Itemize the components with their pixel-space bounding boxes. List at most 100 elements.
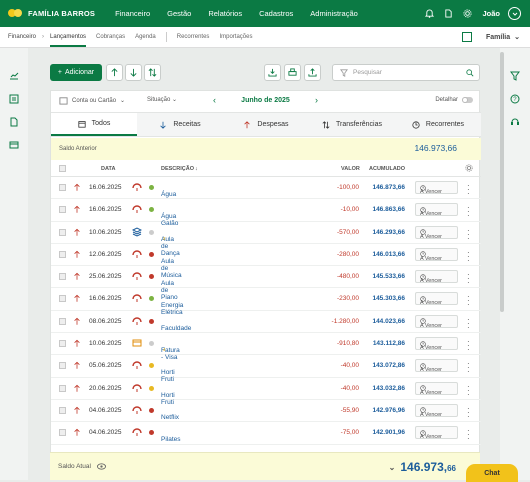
row-checkbox[interactable] [59,340,66,348]
status-badge[interactable]: A Vencer [415,359,458,373]
more-options-icon[interactable]: · · · [467,248,470,264]
situation-filter[interactable]: Situação ⌄ [147,96,177,103]
table-row[interactable]: 05.06.2025 Horti Fruti -40,00 143.072,86 A V… [51,355,481,383]
search-input[interactable]: Pesquisar [332,64,480,81]
help-icon[interactable]: ? [510,91,520,104]
row-checkbox[interactable] [59,295,66,303]
more-options-icon[interactable]: · · · [467,226,470,242]
search-icon[interactable] [466,69,474,77]
tab-receitas[interactable]: Receitas [137,113,223,136]
status-badge[interactable]: A Vencer [415,426,458,440]
status-badge[interactable]: A Vencer [415,270,458,284]
toggle-switch[interactable] [462,97,473,103]
more-options-icon[interactable]: · · · [467,182,470,198]
tab-cobrancas[interactable]: Cobranças [96,34,125,40]
nav-cadastros[interactable]: Cadastros [259,9,293,18]
tab-transferencias[interactable]: Transferências [309,113,395,136]
table-row[interactable]: 16.06.2025 Energia Elétrica -230,00 145.303… [51,288,481,316]
row-checkbox[interactable] [59,184,66,191]
select-all-checkbox[interactable] [59,165,66,172]
family-selector[interactable]: Família ⌄ [486,33,520,42]
sort-up-button[interactable] [106,64,123,81]
more-options-icon[interactable]: · · · [467,315,470,331]
nav-administracao[interactable]: Administração [310,9,358,18]
column-acumulado[interactable]: ACUMULADO [369,166,405,172]
more-options-icon[interactable]: · · · [467,293,470,309]
sort-down-button[interactable] [125,64,142,81]
table-row[interactable]: 08.06.2025 Faculdade -1.280,00 144.023,66 A … [51,311,481,334]
upload-button[interactable] [304,64,321,81]
row-checkbox[interactable] [59,406,66,414]
document-icon[interactable] [444,9,453,18]
table-row[interactable]: 16.06.2025 Água -100,00 146.873,66 A Vencer ·… [51,177,481,200]
row-checkbox[interactable] [59,429,66,437]
column-descricao[interactable]: DESCRIÇÃO [161,166,194,172]
sort-both-button[interactable] [144,64,161,81]
row-checkbox[interactable] [59,362,66,370]
status-badge[interactable]: A Vencer [415,292,458,306]
account-filter[interactable]: Conta ou Cartão ⌄ [59,96,125,105]
support-icon[interactable] [510,114,520,125]
more-options-icon[interactable]: · · · [467,404,470,420]
more-options-icon[interactable]: · · · [467,382,470,398]
gear-icon[interactable] [463,9,472,18]
more-options-icon[interactable]: · · · [467,271,470,287]
row-checkbox[interactable] [59,206,66,214]
status-badge[interactable]: A Vencer [415,337,458,351]
table-row[interactable]: 04.06.2025 Netflix -55,90 142.976,96 A Vence… [51,400,481,423]
nav-gestao[interactable]: Gestão [167,9,191,18]
row-checkbox[interactable] [59,317,66,325]
table-row[interactable]: 16.06.2025 Água Galão -10,00 146.863,66 A Ve… [51,199,481,227]
column-data[interactable]: DATA [101,166,115,172]
tab-despesas[interactable]: Despesas [223,113,309,136]
table-row[interactable]: 12.06.2025 Aula de Música -280,00 146.013,6… [51,244,481,279]
sidebar-transfer-icon[interactable] [9,91,19,104]
avatar[interactable] [508,7,521,20]
column-valor[interactable]: VALOR [341,166,360,172]
more-options-icon[interactable]: · · · [467,204,470,220]
nav-financeiro[interactable]: Financeiro [115,9,150,18]
nav-relatorios[interactable]: Relatórios [208,9,242,18]
table-row[interactable]: 25.06.2025 Aula de Piano -480,00 145.533,66… [51,266,481,301]
scrollbar[interactable] [500,52,504,312]
status-badge[interactable]: A Vencer [415,225,458,240]
table-row[interactable]: 10.06.2025 Fatura - Visa 4 -910,80 143.112,8… [51,333,481,361]
row-checkbox[interactable] [59,250,66,258]
status-badge[interactable]: A Vencer [415,181,458,195]
status-badge[interactable]: A Vencer [415,381,458,396]
print-button[interactable] [284,64,301,81]
status-badge[interactable]: A Vencer [415,314,458,329]
next-month-icon[interactable]: › [315,95,318,105]
row-checkbox[interactable] [59,384,66,392]
column-settings-icon[interactable] [465,164,473,174]
table-row[interactable]: 04.06.2025 Pilates -75,00 142.901,96 A Vence… [51,422,481,445]
tab-todos[interactable]: Todos [51,113,137,136]
eye-icon[interactable] [96,463,106,470]
chat-button[interactable]: Chat [466,464,518,482]
more-options-icon[interactable]: · · · [467,427,470,443]
detail-toggle[interactable]: Detalhar [435,97,473,103]
more-options-icon[interactable]: · · · [467,360,470,376]
tab-agenda[interactable]: Agenda [135,34,156,40]
row-checkbox[interactable] [59,228,66,236]
sidebar-chart-icon[interactable] [9,68,19,80]
row-checkbox[interactable] [59,273,66,281]
tab-recorrentes[interactable]: Recorrentes [177,34,210,40]
bell-icon[interactable] [425,9,434,18]
grid-icon[interactable] [462,32,472,42]
filter-icon[interactable] [510,68,520,81]
month-label[interactable]: Junho de 2025 [241,97,290,104]
status-badge[interactable]: A Vencer [415,403,458,418]
download-button[interactable] [264,64,281,81]
status-badge[interactable]: A Vencer [415,203,458,217]
add-button[interactable]: + Adicionar [50,64,102,81]
user-name[interactable]: João [482,9,500,18]
prev-month-icon[interactable]: ‹ [213,95,216,105]
table-row[interactable]: 20.06.2025 Horti Fruti -40,00 143.032,86 A V… [51,378,481,406]
status-badge[interactable]: A Vencer [415,247,458,262]
table-row[interactable]: 10.06.2025 Aula de Dança 2 -570,00 146.293,6… [51,222,481,257]
tab-recorrentes-type[interactable]: Recorrentes [395,113,481,136]
tab-importacoes[interactable]: Importações [219,34,252,40]
chevron-down-icon[interactable]: ⌄ [389,463,396,472]
tab-lancamentos[interactable]: Lançamentos [50,28,87,47]
